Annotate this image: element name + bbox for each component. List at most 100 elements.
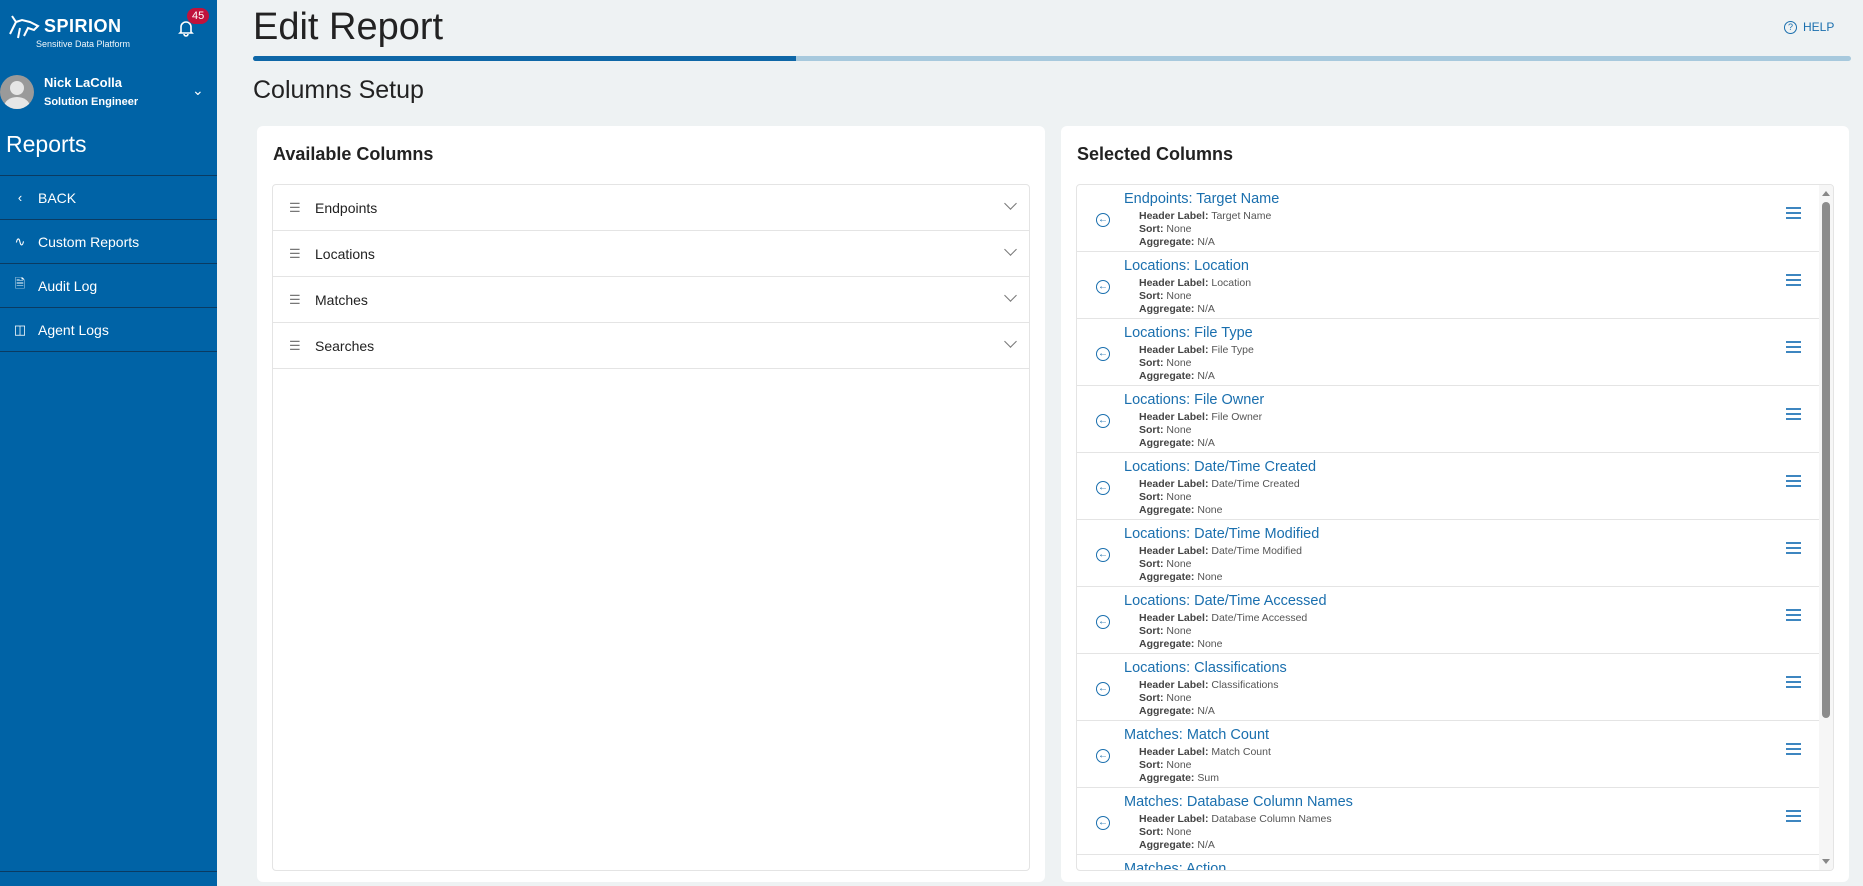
sidebar-item-custom-reports[interactable]: ∿ Custom Reports — [0, 220, 217, 264]
remove-column-arrow-left-icon[interactable]: ← — [1096, 816, 1110, 830]
header-label-value: Classifications — [1211, 679, 1279, 691]
sort-value: None — [1166, 290, 1192, 302]
remove-column-arrow-left-icon[interactable]: ← — [1096, 414, 1110, 428]
drag-handle-icon[interactable] — [1786, 743, 1801, 758]
sidebar-item-audit-log[interactable]: 🗎 Audit Log — [0, 264, 217, 308]
sort-row: Sort: None — [1139, 290, 1192, 302]
drag-handle-icon[interactable] — [1786, 274, 1801, 289]
sidebar-item-label: Agent Logs — [38, 321, 109, 338]
available-columns-panel: Available Columns ☰ Endpoints ☰ Locations ☰ M… — [257, 126, 1045, 882]
spirion-logo[interactable]: SPIRION Sensitive Data Platform — [8, 12, 130, 52]
scroll-down-icon[interactable] — [1822, 859, 1830, 864]
scrollbar[interactable] — [1819, 185, 1833, 870]
aggregate-row: Aggregate: None — [1139, 638, 1222, 650]
field-label: Sort: — [1139, 558, 1164, 570]
header-label-row: Header Label: Date/Time Created — [1139, 478, 1300, 490]
field-label: Sort: — [1139, 223, 1164, 235]
avatar — [0, 75, 34, 109]
group-label: Endpoints — [315, 199, 378, 216]
list-item[interactable]: ← Matches: Database Column Names Header … — [1077, 788, 1819, 855]
chevron-down-icon[interactable] — [1004, 335, 1017, 348]
section-title: Reports — [6, 131, 87, 157]
list-item[interactable]: ← Matches: Action Header Label: Sort: Ag… — [1077, 855, 1819, 870]
header-label-row: Header Label: File Owner — [1139, 411, 1262, 423]
column-title: Matches: Match Count — [1124, 727, 1270, 743]
drag-handle-icon[interactable] — [1786, 810, 1801, 825]
drag-handle-icon[interactable] — [1786, 475, 1801, 490]
aggregate-value: N/A — [1197, 370, 1215, 382]
sidebar-item-back[interactable]: ‹ BACK — [0, 176, 217, 220]
remove-column-arrow-left-icon[interactable]: ← — [1096, 347, 1110, 361]
drag-handle-icon[interactable] — [1786, 207, 1801, 222]
drag-handle-icon[interactable] — [1786, 542, 1801, 557]
monitor-icon: ◫ — [13, 321, 27, 337]
remove-column-arrow-left-icon[interactable]: ← — [1096, 548, 1110, 562]
sidebar-item-label: Custom Reports — [38, 233, 140, 250]
aggregate-value: Sum — [1197, 772, 1219, 784]
sort-row: Sort: None — [1139, 692, 1192, 704]
aggregate-row: Aggregate: N/A — [1139, 437, 1215, 449]
accordion-group-searches[interactable]: ☰ Searches — [273, 323, 1029, 369]
page-title: Edit Report — [253, 6, 444, 48]
aggregate-value: N/A — [1197, 236, 1215, 248]
list-item[interactable]: ← Locations: Date/Time Modified Header L… — [1077, 520, 1819, 587]
remove-column-arrow-left-icon[interactable]: ← — [1096, 682, 1110, 696]
header-label-value: Date/Time Accessed — [1211, 612, 1308, 624]
remove-column-arrow-left-icon[interactable]: ← — [1096, 749, 1110, 763]
field-label: Header Label: — [1139, 277, 1209, 289]
selected-columns-list[interactable]: ← Endpoints: Target Name Header Label: T… — [1076, 184, 1834, 871]
drag-handle-icon[interactable] — [1786, 609, 1801, 624]
remove-column-arrow-left-icon[interactable]: ← — [1096, 280, 1110, 294]
scrollbar-thumb[interactable] — [1822, 202, 1830, 718]
group-label: Searches — [315, 337, 375, 354]
accordion-group-locations[interactable]: ☰ Locations — [273, 231, 1029, 277]
header-label-row: Header Label: Location — [1139, 277, 1251, 289]
chevron-down-icon[interactable] — [1004, 197, 1017, 210]
header-label-row: Header Label: Match Count — [1139, 746, 1271, 758]
sidebar: SPIRION Sensitive Data Platform 45 Nick … — [0, 0, 217, 886]
sort-value: None — [1166, 491, 1192, 503]
sort-value: None — [1166, 357, 1192, 369]
drag-handle-icon[interactable] — [1786, 408, 1801, 423]
field-label: Aggregate: — [1139, 839, 1195, 851]
sidebar-item-label: Audit Log — [38, 277, 98, 294]
sort-value: None — [1166, 826, 1192, 838]
field-label: Sort: — [1139, 290, 1164, 302]
drag-handle-icon[interactable] — [1786, 341, 1801, 356]
drag-handle-icon[interactable] — [1786, 676, 1801, 691]
user-menu[interactable]: Nick LaColla Solution Engineer ⌄ — [0, 72, 217, 116]
remove-column-arrow-left-icon[interactable]: ← — [1096, 213, 1110, 227]
remove-column-arrow-left-icon[interactable]: ← — [1096, 615, 1110, 629]
aggregate-row: Aggregate: None — [1139, 504, 1222, 516]
list-item[interactable]: ← Locations: Location Header Label: Loca… — [1077, 252, 1819, 319]
list-icon: ☰ — [289, 291, 301, 307]
accordion-group-matches[interactable]: ☰ Matches — [273, 277, 1029, 323]
notification-badge[interactable]: 45 — [187, 8, 210, 24]
scroll-up-icon[interactable] — [1822, 191, 1830, 196]
remove-column-arrow-left-icon[interactable]: ← — [1096, 481, 1110, 495]
help-button[interactable]: ? HELP — [1784, 20, 1834, 34]
chevron-down-icon[interactable] — [1004, 289, 1017, 302]
list-item[interactable]: ← Locations: Date/Time Accessed Header L… — [1077, 587, 1819, 654]
list-icon: ☰ — [289, 245, 301, 261]
list-item[interactable]: ← Locations: File Owner Header Label: Fi… — [1077, 386, 1819, 453]
list-item[interactable]: ← Endpoints: Target Name Header Label: T… — [1077, 185, 1819, 252]
sidebar-item-agent-logs[interactable]: ◫ Agent Logs — [0, 308, 217, 352]
list-item[interactable]: ← Matches: Match Count Header Label: Mat… — [1077, 721, 1819, 788]
chevron-left-icon: ‹ — [17, 190, 23, 205]
sort-row: Sort: None — [1139, 826, 1192, 838]
aggregate-value: N/A — [1197, 839, 1215, 851]
list-item[interactable]: ← Locations: Classifications Header Labe… — [1077, 654, 1819, 721]
list-item[interactable]: ← Locations: File Type Header Label: Fil… — [1077, 319, 1819, 386]
field-label: Header Label: — [1139, 411, 1209, 423]
field-label: Sort: — [1139, 759, 1164, 771]
list-icon: ☰ — [289, 337, 301, 353]
accordion-group-endpoints[interactable]: ☰ Endpoints — [273, 185, 1029, 231]
list-item[interactable]: ← Locations: Date/Time Created Header La… — [1077, 453, 1819, 520]
header-label-value: Date/Time Created — [1211, 478, 1300, 490]
field-label: Header Label: — [1139, 478, 1209, 490]
chevron-down-icon[interactable]: ⌄ — [192, 82, 204, 99]
field-label: Sort: — [1139, 491, 1164, 503]
field-label: Aggregate: — [1139, 571, 1195, 583]
chevron-down-icon[interactable] — [1004, 243, 1017, 256]
